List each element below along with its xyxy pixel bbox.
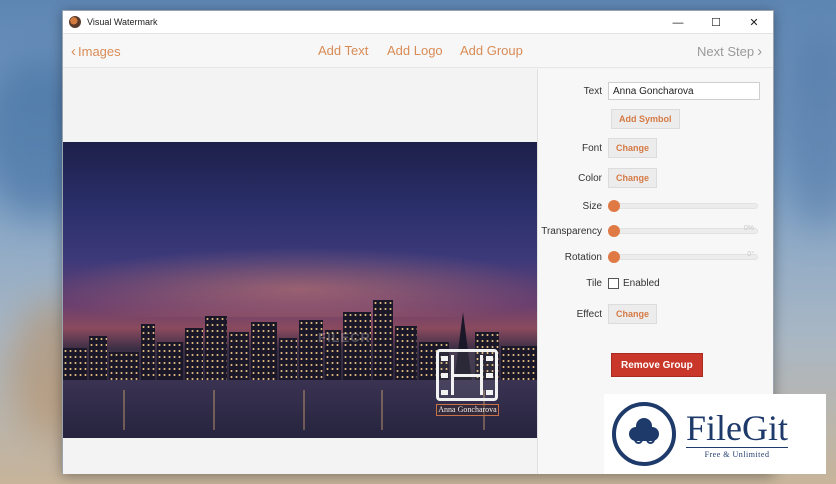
- close-button[interactable]: ✕: [735, 11, 773, 34]
- window-title: Visual Watermark: [87, 17, 158, 27]
- remove-group-button[interactable]: Remove Group: [611, 353, 703, 377]
- slider-thumb[interactable]: [608, 225, 620, 237]
- chevron-left-icon: ‹: [71, 43, 76, 60]
- filegit-name: FileGit: [686, 408, 789, 448]
- tile-checkbox-label[interactable]: Enabled: [623, 278, 660, 289]
- desktop-background: [780, 30, 836, 230]
- add-text-link[interactable]: Add Text: [318, 43, 368, 58]
- transparency-slider[interactable]: 0%: [608, 225, 758, 237]
- rotation-value: 0°: [747, 251, 754, 258]
- rotation-slider[interactable]: 0°: [608, 251, 758, 263]
- font-label: Font: [581, 142, 602, 154]
- ghost-watermark: FILECR: [318, 330, 371, 345]
- add-symbol-button[interactable]: Add Symbol: [611, 109, 680, 129]
- chevron-right-icon: ›: [757, 43, 763, 60]
- add-logo-link[interactable]: Add Logo: [387, 43, 443, 58]
- next-step-label: Next Step: [697, 44, 755, 59]
- app-logo-icon: [69, 16, 81, 28]
- slider-track: [608, 228, 758, 234]
- size-slider[interactable]: [608, 200, 758, 212]
- add-group-link[interactable]: Add Group: [460, 43, 523, 58]
- effect-label: Effect: [576, 308, 602, 320]
- toolbar: ‹ Images Add Text Add Logo Add Group Next…: [63, 34, 773, 68]
- cloud-glasses-icon: [612, 402, 676, 466]
- slider-thumb[interactable]: [608, 251, 620, 263]
- color-change-button[interactable]: Change: [608, 168, 658, 188]
- preview-photo: FILECR Anna Goncharova: [63, 142, 537, 438]
- transparency-value: 0%: [743, 225, 754, 232]
- font-change-button[interactable]: Change: [608, 138, 658, 158]
- maximize-button[interactable]: ☐: [697, 11, 735, 34]
- transparency-label: Transparency: [541, 225, 602, 237]
- tile-label: Tile: [586, 278, 602, 289]
- minimize-button[interactable]: —: [659, 11, 697, 34]
- filegit-tagline: Free & Unlimited: [686, 447, 789, 459]
- slider-track: [608, 203, 758, 209]
- slider-track: [608, 254, 758, 260]
- back-to-images-link[interactable]: ‹ Images: [71, 43, 121, 60]
- color-label: Color: [578, 172, 602, 184]
- effect-change-button[interactable]: Change: [608, 304, 658, 324]
- preview-area: FILECR Anna Goncharova: [63, 69, 537, 474]
- next-step-link[interactable]: Next Step ›: [697, 43, 764, 60]
- window-controls: — ☐ ✕: [659, 11, 773, 34]
- slider-thumb[interactable]: [608, 200, 620, 212]
- text-label: Text: [583, 85, 602, 97]
- watermark-text-input[interactable]: [608, 82, 760, 100]
- watermark-text[interactable]: Anna Goncharova: [436, 404, 499, 416]
- film-strip-icon[interactable]: [436, 349, 498, 401]
- rotation-label: Rotation: [564, 251, 602, 263]
- title-bar: Visual Watermark — ☐ ✕: [63, 11, 773, 34]
- filegit-logo: FileGit Free & Unlimited: [604, 394, 826, 474]
- size-label: Size: [582, 200, 602, 212]
- tile-checkbox[interactable]: [608, 278, 619, 289]
- back-label: Images: [78, 44, 121, 59]
